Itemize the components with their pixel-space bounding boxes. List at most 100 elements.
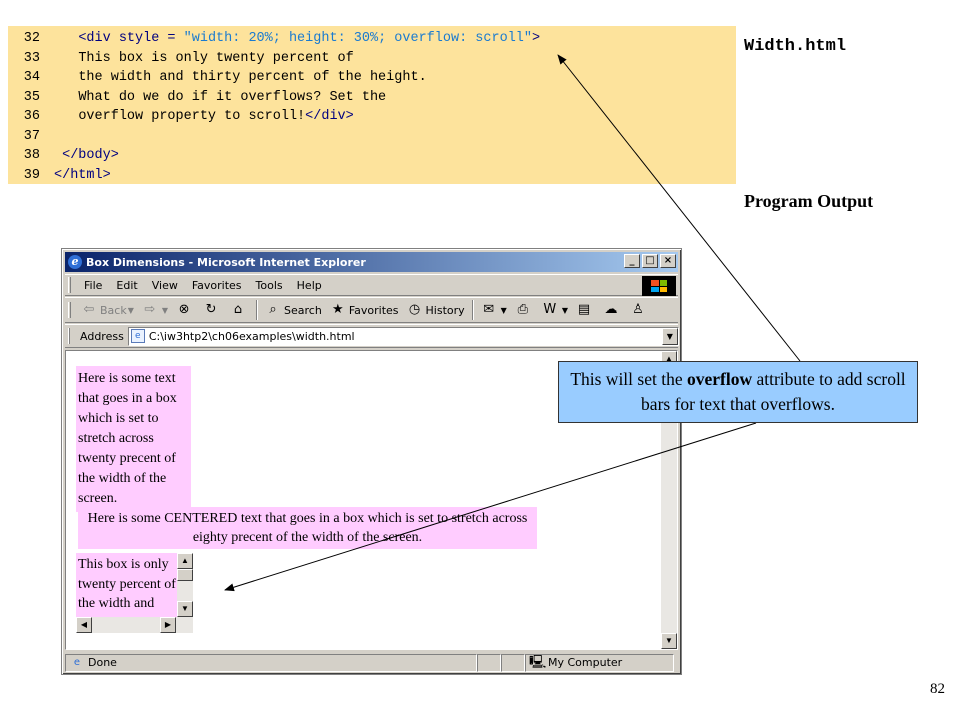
- page-button[interactable]: ▤: [572, 302, 599, 318]
- menu-grip: [68, 277, 71, 293]
- overflow-box-horizontal-scrollbar[interactable]: ◀ ▶: [76, 617, 193, 633]
- code-token: "width: 20%; height: 30%; overflow: scro…: [183, 31, 532, 46]
- home-icon: ⌂: [233, 302, 243, 317]
- windows-logo-icon: [642, 276, 676, 296]
- scroll-thumb[interactable]: [177, 569, 193, 581]
- scroll-left-button[interactable]: ◀: [76, 617, 92, 633]
- page-icon: e: [130, 329, 145, 343]
- search-label: Search: [284, 303, 322, 317]
- window-title: Box Dimensions - Microsoft Internet Expl…: [86, 255, 366, 269]
- refresh-icon: ↻: [205, 302, 217, 317]
- menu-help[interactable]: Help: [290, 279, 329, 292]
- line-number: 33: [23, 50, 40, 66]
- close-button[interactable]: ×: [660, 254, 676, 268]
- code-listing: 32 <div style = "width: 20%; height: 30%…: [8, 26, 736, 184]
- line-number: 39: [23, 167, 40, 183]
- page-icon: ▤: [577, 302, 591, 317]
- program-output-label: Program Output: [744, 191, 874, 211]
- maximize-button[interactable]: □: [642, 254, 658, 268]
- stop-icon: ⊗: [178, 302, 190, 317]
- forward-button[interactable]: ⇨ ▼: [138, 302, 172, 318]
- menu-file[interactable]: File: [77, 279, 109, 292]
- code-token: the width and thirty percent of the heig…: [78, 70, 427, 85]
- back-dropdown-icon[interactable]: ▼: [128, 306, 134, 315]
- word-edit-icon: W: [543, 302, 557, 317]
- toolbar-grip: [68, 302, 71, 318]
- address-dropdown-button[interactable]: ▼: [661, 327, 678, 345]
- address-input[interactable]: e C:\iw3htp2\ch06examples\width.html ▼: [127, 326, 679, 346]
- code-source: </body>: [40, 146, 119, 166]
- scroll-down-button[interactable]: ▼: [177, 601, 193, 617]
- menu-edit[interactable]: Edit: [109, 279, 144, 292]
- browser-window: e Box Dimensions - Microsoft Internet Ex…: [61, 248, 682, 675]
- forward-arrow-icon: ⇨: [144, 302, 156, 317]
- menu-favorites[interactable]: Favorites: [185, 279, 249, 292]
- print-button[interactable]: ⎙: [511, 302, 538, 318]
- home-button[interactable]: ⌂: [226, 302, 253, 318]
- status-main: e Done: [65, 653, 477, 672]
- menu-view[interactable]: View: [145, 279, 185, 292]
- code-source: What do we do if it overflows? Set the: [40, 88, 386, 108]
- code-line: 36 overflow property to scroll!</div>: [8, 107, 736, 127]
- status-bar: e Done 🖳 My Computer: [65, 653, 678, 672]
- code-source: [40, 127, 54, 147]
- toolbar-separator: [471, 300, 474, 320]
- mail-icon: ✉: [483, 302, 495, 317]
- line-number: 37: [23, 128, 40, 144]
- favorites-folder-icon: ★: [332, 302, 344, 317]
- minimize-button[interactable]: _: [624, 254, 640, 268]
- overflow-box-vertical-scrollbar[interactable]: ▲ ▼: [177, 553, 193, 617]
- address-value: C:\iw3htp2\ch06examples\width.html: [148, 329, 355, 343]
- back-button[interactable]: ⇦ Back ▼: [77, 302, 138, 318]
- status-text: Done: [88, 656, 117, 669]
- refresh-button[interactable]: ↻: [199, 302, 226, 318]
- mail-button[interactable]: ✉ ▼: [477, 302, 511, 318]
- menu-tools[interactable]: Tools: [249, 279, 290, 292]
- edit-button[interactable]: W ▼: [538, 302, 572, 318]
- status-panel: [477, 653, 501, 672]
- scroll-right-button[interactable]: ▶: [160, 617, 176, 633]
- status-zone-text: My Computer: [548, 656, 623, 669]
- callout-box: This will set the overflow attribute to …: [558, 361, 918, 423]
- scroll-up-button[interactable]: ▲: [177, 553, 193, 569]
- callout-text-pre: This will set the: [570, 369, 687, 389]
- forward-dropdown-icon[interactable]: ▼: [162, 306, 168, 315]
- address-label: Address: [80, 329, 124, 343]
- line-number: 35: [23, 89, 40, 105]
- toolbar-separator: [256, 300, 259, 320]
- page-number: 82: [930, 681, 945, 697]
- overflow-scroll-box: This box is only twenty percent of the w…: [76, 553, 193, 633]
- code-line: 37: [8, 127, 736, 147]
- history-label: History: [425, 303, 465, 317]
- code-source: This box is only twenty percent of: [40, 49, 353, 69]
- favorites-button[interactable]: ★ Favorites: [326, 302, 403, 318]
- back-arrow-icon: ⇦: [83, 302, 95, 317]
- twenty-percent-box: Here is some text that goes in a box whi…: [76, 366, 191, 512]
- my-computer-icon: 🖳: [529, 654, 547, 670]
- discuss-button[interactable]: ☁: [599, 302, 626, 318]
- address-grip: [68, 328, 70, 344]
- title-bar[interactable]: e Box Dimensions - Microsoft Internet Ex…: [65, 252, 678, 272]
- print-icon: ⎙: [517, 302, 529, 317]
- stop-button[interactable]: ⊗: [172, 302, 199, 318]
- code-token: </html>: [54, 167, 111, 183]
- page-done-icon: e: [73, 656, 81, 668]
- messenger-icon: ♙: [632, 302, 644, 317]
- edit-dropdown-icon[interactable]: ▼: [562, 306, 568, 315]
- page-scroll-down-button[interactable]: ▼: [661, 633, 677, 649]
- history-button[interactable]: ◷ History: [403, 302, 469, 318]
- mail-dropdown-icon[interactable]: ▼: [501, 306, 507, 315]
- menu-bar: File Edit View Favorites Tools Help: [65, 274, 678, 296]
- search-button[interactable]: ⌕ Search: [261, 302, 326, 318]
- history-icon: ◷: [408, 302, 421, 317]
- search-icon: ⌕: [269, 302, 277, 317]
- messenger-button[interactable]: ♙: [626, 302, 653, 318]
- code-line: 39 </html>: [8, 166, 736, 186]
- code-source: the width and thirty percent of the heig…: [40, 68, 427, 88]
- favorites-label: Favorites: [348, 303, 399, 317]
- callout-text-bold: overflow: [686, 369, 753, 389]
- status-zone: 🖳 My Computer: [525, 653, 674, 672]
